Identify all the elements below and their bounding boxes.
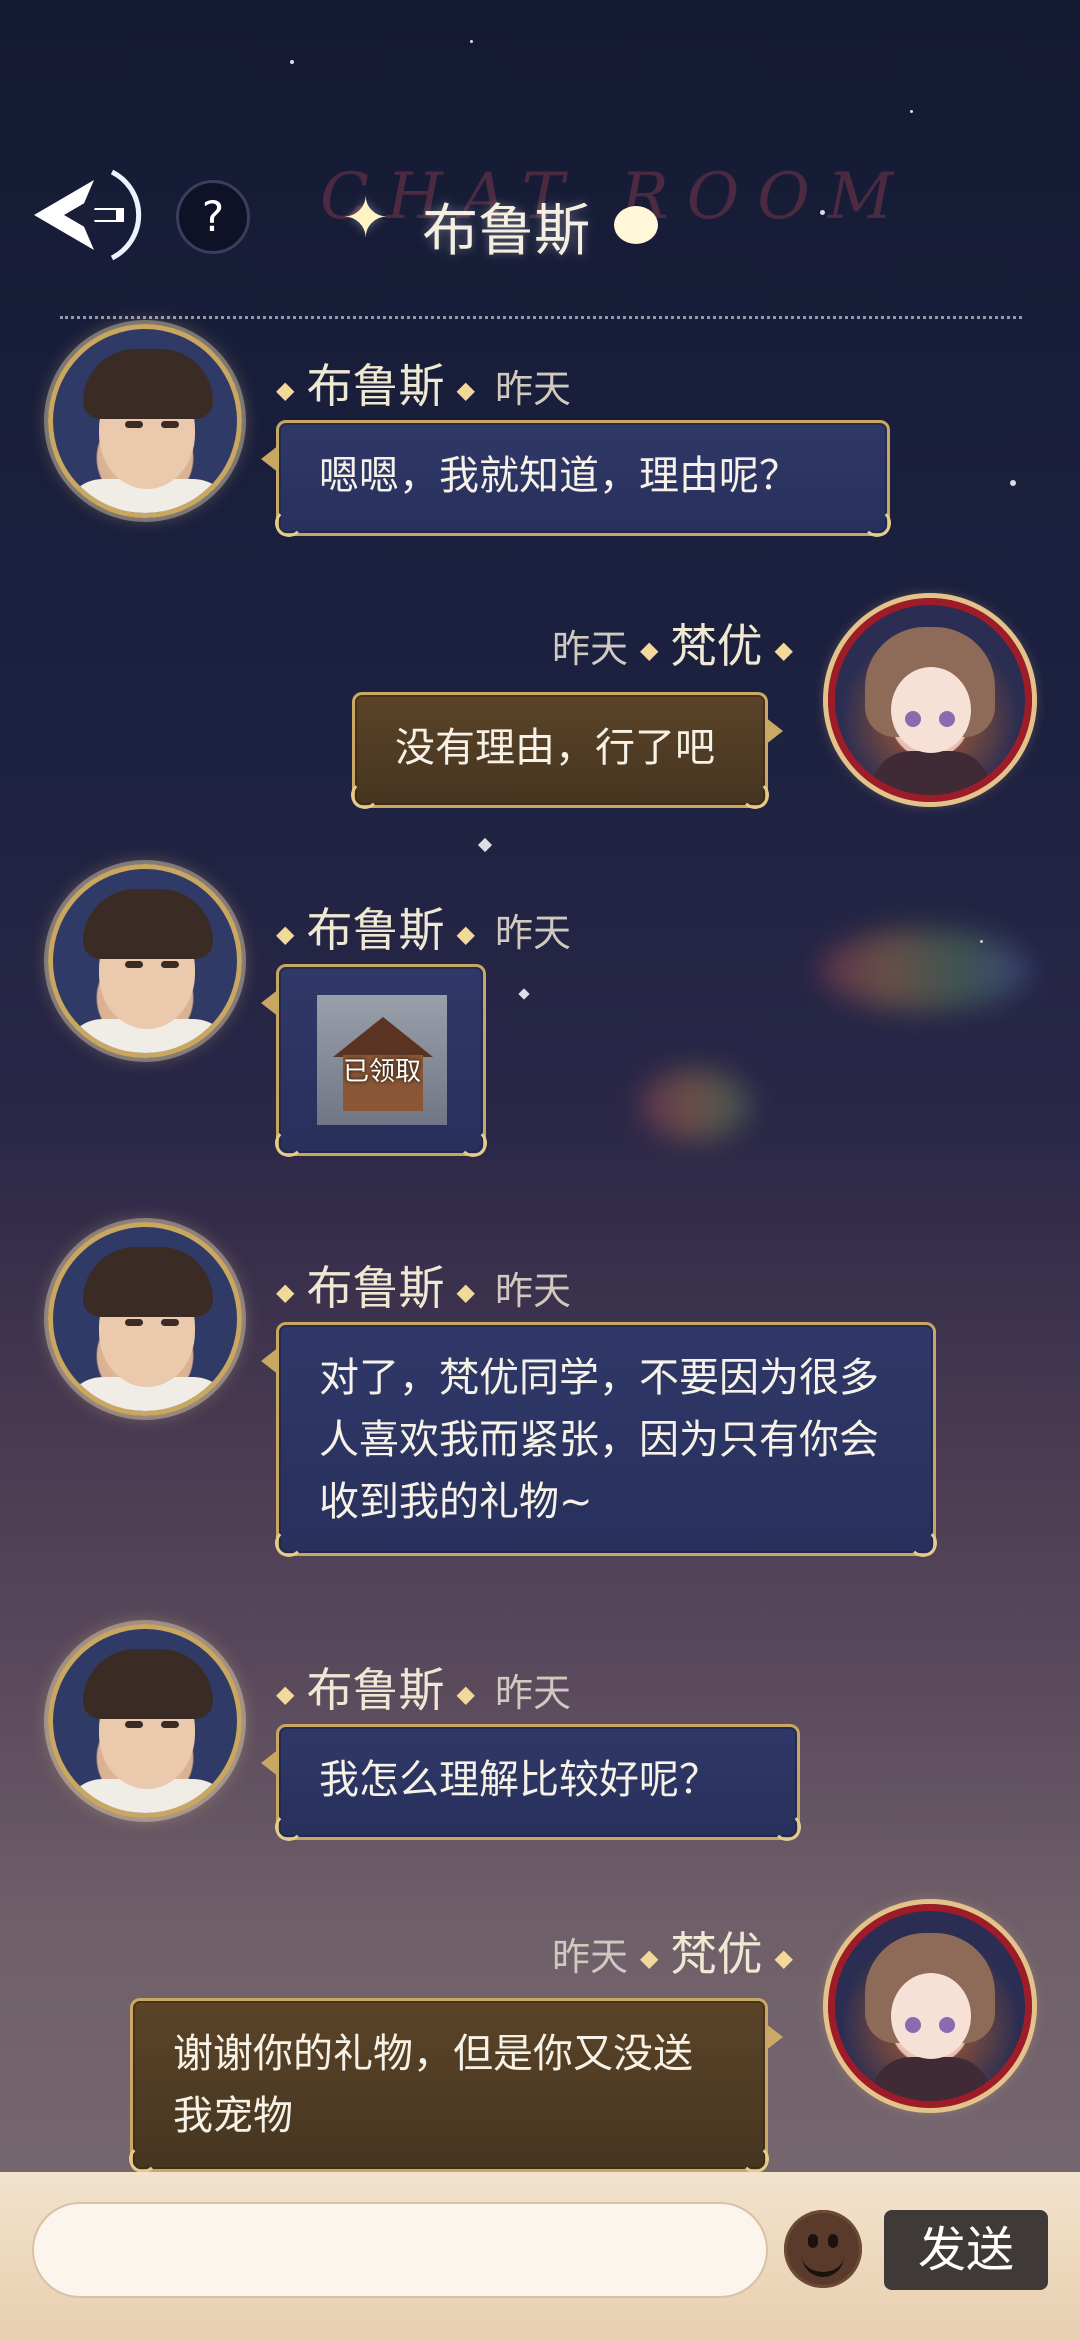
message-input[interactable] bbox=[32, 2202, 768, 2298]
avatar-fanyou[interactable] bbox=[828, 598, 1032, 802]
message-text: 没有理由，行了吧 bbox=[395, 725, 715, 771]
sender-name-row: ◆ 布鲁斯 ◆ 昨天 bbox=[276, 903, 571, 957]
sender-name-row: ◆ 布鲁斯 ◆ 昨天 bbox=[276, 359, 571, 413]
avatar-bruce[interactable] bbox=[48, 864, 242, 1058]
message-bruce-2: ◆ 布鲁斯 ◆ 昨天 对了，梵优同学，不要因为很多人喜欢我而紧张，因为只有你会收到我的… bbox=[0, 1218, 1080, 1558]
message-input-bar: 发送 bbox=[0, 2172, 1080, 2340]
avatar-bruce[interactable] bbox=[48, 1222, 242, 1416]
gift-card[interactable]: 已领取 bbox=[261, 964, 487, 1157]
chat-header: ? CHAT ROOM ✦ 布鲁斯 bbox=[0, 0, 1080, 320]
message-bruce-1: ◆ 布鲁斯 ◆ 昨天 嗯嗯，我就知道，理由呢？ bbox=[0, 320, 1080, 550]
message-text: 嗯嗯，我就知道，理由呢？ bbox=[319, 453, 799, 499]
timestamp: 昨天 bbox=[494, 911, 571, 955]
sender-name-row: ◆ 布鲁斯 ◆ 昨天 bbox=[276, 1663, 571, 1717]
message-text: 对了，梵优同学，不要因为很多人喜欢我而紧张，因为只有你会收到我的礼物~ bbox=[319, 1355, 879, 1525]
message-bubble[interactable]: 我怎么理解比较好呢？ bbox=[261, 1724, 801, 1841]
avatar-fanyou[interactable] bbox=[828, 1904, 1032, 2108]
message-bubble[interactable]: 嗯嗯，我就知道，理由呢？ bbox=[261, 420, 891, 537]
emoji-button[interactable] bbox=[784, 2210, 862, 2288]
sender-name: 布鲁斯 bbox=[306, 903, 445, 957]
timestamp: 昨天 bbox=[552, 627, 629, 671]
sender-name: 布鲁斯 bbox=[306, 1663, 445, 1717]
sender-name-row: 昨天 ◆ 梵优 ◆ bbox=[552, 619, 793, 673]
message-bubble[interactable]: 谢谢你的礼物，但是你又没送我宠物 bbox=[129, 1998, 783, 2173]
avatar-bruce[interactable] bbox=[48, 1624, 242, 1818]
message-bubble[interactable]: 没有理由，行了吧 bbox=[351, 692, 783, 809]
sparkle-icon: ✦ bbox=[342, 186, 390, 251]
page-title: ✦ 布鲁斯 bbox=[0, 186, 1080, 267]
sender-name: 布鲁斯 bbox=[306, 359, 445, 413]
sender-name-row: 昨天 ◆ 梵优 ◆ bbox=[552, 1927, 793, 1981]
avatar-bruce[interactable] bbox=[48, 324, 242, 518]
message-text: 我怎么理解比较好呢？ bbox=[319, 1757, 719, 1803]
message-bubble[interactable]: 对了，梵优同学，不要因为很多人喜欢我而紧张，因为只有你会收到我的礼物~ bbox=[261, 1322, 937, 1557]
sender-name: 梵优 bbox=[670, 619, 763, 673]
sender-name-row: ◆ 布鲁斯 ◆ 昨天 bbox=[276, 1261, 571, 1315]
send-button[interactable]: 发送 bbox=[884, 2210, 1048, 2290]
header-divider bbox=[60, 316, 1022, 319]
message-text: 谢谢你的礼物，但是你又没送我宠物 bbox=[173, 2031, 693, 2139]
timestamp: 昨天 bbox=[494, 1269, 571, 1313]
chat-bubble-icon bbox=[613, 206, 658, 244]
timestamp: 昨天 bbox=[552, 1935, 629, 1979]
gift-claimed-label: 已领取 bbox=[342, 1057, 421, 1087]
sender-name: 布鲁斯 bbox=[306, 1261, 445, 1315]
timestamp: 昨天 bbox=[494, 1671, 571, 1715]
timestamp: 昨天 bbox=[494, 367, 571, 411]
sender-name: 梵优 bbox=[670, 1927, 763, 1981]
message-fanyou-2: 昨天 ◆ 梵优 ◆ 谢谢你的礼物，但是你又没送我宠物 bbox=[0, 1892, 1080, 2173]
message-bruce-gift: ◆ 布鲁斯 ◆ 昨天 已领取 bbox=[0, 860, 1080, 1160]
gift-house-image: 已领取 bbox=[317, 995, 447, 1125]
message-bruce-3: ◆ 布鲁斯 ◆ 昨天 我怎么理解比较好呢？ bbox=[0, 1620, 1080, 1850]
message-fanyou-1: 昨天 ◆ 梵优 ◆ 没有理由，行了吧 bbox=[0, 580, 1080, 820]
